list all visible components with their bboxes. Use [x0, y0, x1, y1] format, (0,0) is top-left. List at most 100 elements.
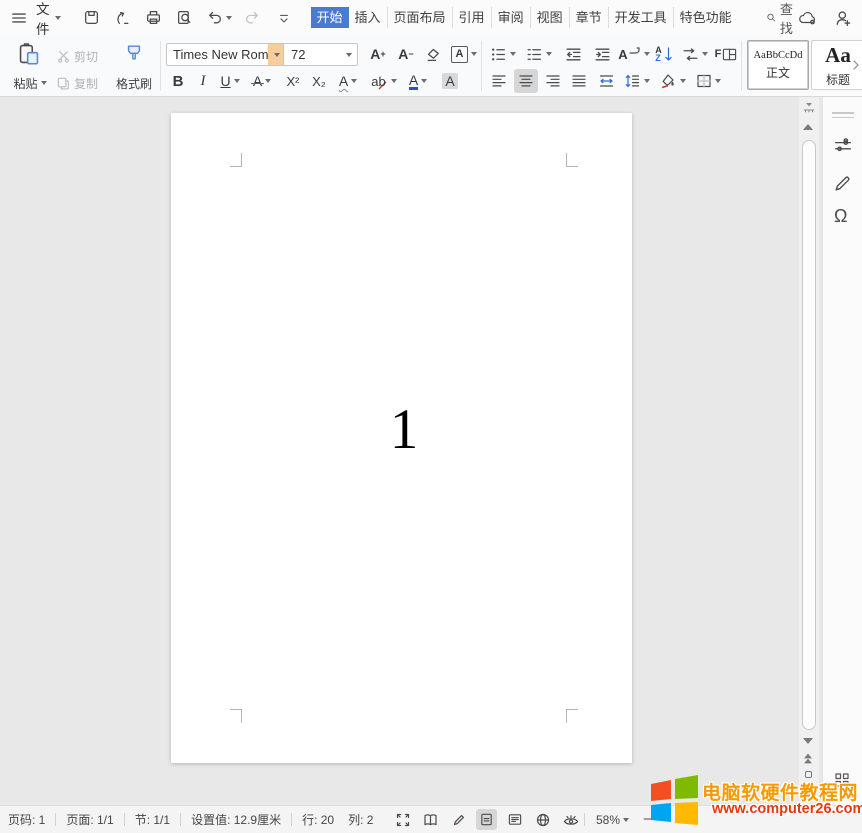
web-view-button[interactable]	[532, 809, 553, 830]
hamburger-icon[interactable]	[10, 9, 28, 27]
scroll-up-arrow[interactable]	[803, 124, 813, 130]
task-pane-sidebar: Ω	[822, 97, 862, 805]
properties-sliders-icon[interactable]	[834, 137, 852, 155]
underline-button[interactable]: U	[215, 69, 245, 93]
status-pages[interactable]: 页面: 1/1	[66, 811, 113, 828]
chevron-down-icon[interactable]	[225, 15, 232, 20]
borders-button[interactable]	[692, 69, 724, 93]
save-button[interactable]	[79, 5, 105, 31]
zoom-out-button[interactable]: −	[643, 811, 652, 828]
cloud-sync-icon[interactable]	[798, 9, 818, 27]
bold-button[interactable]: B	[167, 69, 189, 93]
tab-references[interactable]: 引用	[453, 7, 492, 28]
app-grid-icon[interactable]	[834, 772, 850, 788]
edit-pen-icon[interactable]	[834, 174, 852, 192]
file-menu[interactable]: 文件	[10, 0, 61, 38]
distribute-button[interactable]	[593, 69, 619, 93]
scrollbar-thumb[interactable]	[802, 140, 816, 730]
sort-button[interactable]: AZ	[652, 42, 676, 66]
tab-insert[interactable]: 插入	[349, 7, 388, 28]
tab-page-layout[interactable]: 页面布局	[388, 7, 453, 28]
customize-quick-toolbar-button[interactable]	[271, 5, 297, 31]
write-mode-button[interactable]	[448, 809, 469, 830]
status-page-number[interactable]: 页码: 1	[8, 811, 45, 828]
outline-view-button[interactable]	[504, 809, 525, 830]
phonetic-guide-button[interactable]: A	[333, 69, 363, 93]
style-gallery-next-icon[interactable]	[851, 59, 861, 71]
tab-view[interactable]: 视图	[531, 7, 570, 28]
tab-section[interactable]: 章节	[570, 7, 609, 28]
status-setting-value[interactable]: 设置值: 12.9厘米	[191, 811, 281, 828]
decrease-indent-button[interactable]	[560, 42, 586, 66]
scroll-down-arrow[interactable]	[803, 738, 813, 744]
justify-button[interactable]	[567, 69, 591, 93]
print-preview-button[interactable]	[172, 5, 198, 31]
invite-user-icon[interactable]	[835, 9, 853, 27]
document-canvas[interactable]: 1	[0, 97, 822, 805]
chevron-down-icon	[54, 15, 61, 20]
cut-button: 剪切	[56, 44, 108, 68]
character-border-button[interactable]: A	[449, 42, 479, 66]
bullets-button[interactable]	[488, 42, 518, 66]
clear-format-button[interactable]	[421, 42, 445, 66]
superscript-button[interactable]: X²	[281, 69, 305, 93]
paste-button[interactable]: 粘贴	[8, 71, 52, 95]
italic-button[interactable]: I	[193, 69, 213, 93]
document-text[interactable]: 1	[242, 396, 566, 464]
margin-mark-bottom-left	[230, 709, 242, 723]
shading-button[interactable]	[656, 69, 688, 93]
paste-button-icon[interactable]	[10, 40, 48, 68]
find-button[interactable]: 查找	[766, 0, 798, 37]
format-painter-button[interactable]: 格式刷	[112, 71, 156, 95]
subscript-button[interactable]: X₂	[307, 69, 331, 93]
tab-review[interactable]: 审阅	[492, 7, 531, 28]
margin-mark-bottom-right	[566, 709, 578, 723]
decrease-font-button[interactable]: A −	[393, 42, 419, 66]
align-left-button[interactable]	[487, 69, 511, 93]
paragraph-mark-button[interactable]	[679, 42, 711, 66]
fullscreen-view-button[interactable]	[392, 809, 413, 830]
tab-dev-tools[interactable]: 开发工具	[609, 7, 674, 28]
increase-indent-button[interactable]	[589, 42, 615, 66]
page-view-button[interactable]	[476, 809, 497, 830]
tab-special-features[interactable]: 特色功能	[674, 7, 738, 28]
align-right-button[interactable]	[541, 69, 565, 93]
export-pdf-button[interactable]	[110, 5, 136, 31]
font-family-dropdown[interactable]	[268, 44, 283, 65]
margin-mark-top-left	[230, 153, 242, 167]
chevron-down-icon[interactable]	[40, 81, 47, 85]
text-effects-button[interactable]: ab	[367, 69, 401, 93]
ruler-toggle-icon[interactable]	[802, 101, 816, 115]
chevron-down-icon[interactable]	[346, 52, 352, 57]
read-mode-button[interactable]	[420, 809, 441, 830]
find-label[interactable]: 查找	[780, 0, 798, 37]
symbol-omega-icon[interactable]: Ω	[834, 206, 847, 227]
undo-button[interactable]	[203, 5, 235, 31]
zoom-dropdown-icon[interactable]	[623, 817, 630, 822]
paper-grid-layout-button[interactable]: F	[713, 42, 739, 66]
text-direction-button[interactable]: A	[618, 42, 650, 66]
next-page-arrow2[interactable]	[804, 793, 812, 799]
print-button[interactable]	[141, 5, 167, 31]
select-browse-object[interactable]	[805, 771, 812, 778]
format-painter-icon[interactable]	[112, 40, 156, 68]
numbering-button[interactable]	[524, 42, 554, 66]
line-spacing-button[interactable]	[622, 69, 652, 93]
strikethrough-button[interactable]: A	[247, 69, 277, 93]
font-size-select[interactable]: 72	[284, 44, 357, 65]
zoom-percentage[interactable]: 58%	[596, 813, 620, 827]
increase-font-button[interactable]: A +	[365, 42, 391, 66]
document-page[interactable]: 1	[171, 113, 632, 763]
font-color-button[interactable]: A	[403, 69, 433, 93]
align-center-button[interactable]	[514, 69, 538, 93]
eye-protect-button[interactable]	[560, 809, 581, 830]
font-family-select[interactable]: Times New Roma	[167, 44, 284, 65]
status-section[interactable]: 节: 1/1	[135, 811, 170, 828]
vertical-scrollbar[interactable]	[799, 97, 819, 805]
style-normal[interactable]: AaBbCcDd 正文	[747, 40, 809, 90]
tab-home[interactable]: 开始	[310, 7, 349, 28]
previous-page-arrow2[interactable]	[804, 758, 812, 764]
character-shading-button[interactable]: A	[437, 69, 463, 93]
file-menu-label[interactable]: 文件	[36, 0, 50, 38]
pane-drag-handle[interactable]	[832, 112, 854, 121]
